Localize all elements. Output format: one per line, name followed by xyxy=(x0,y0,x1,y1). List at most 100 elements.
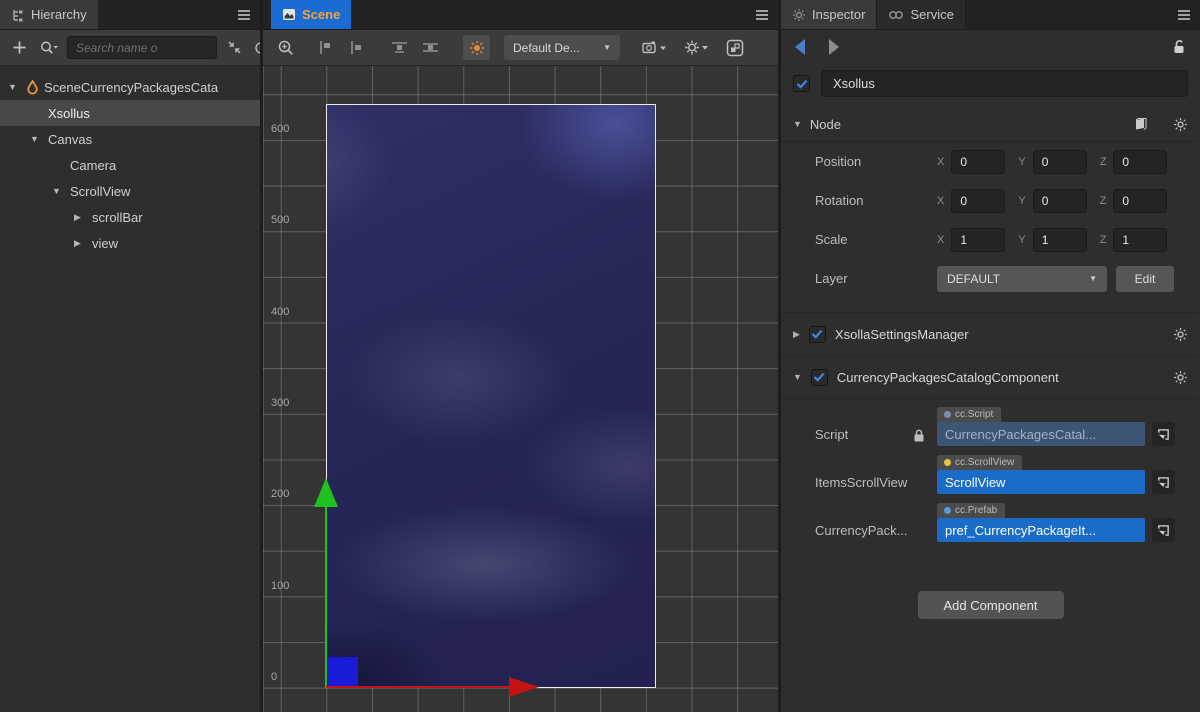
scrollview-reference-field[interactable]: ScrollView xyxy=(937,470,1145,494)
back-arrow-icon[interactable] xyxy=(795,39,805,55)
unlock-icon[interactable] xyxy=(1171,39,1186,55)
tree-row-scene[interactable]: ▼ SceneCurrencyPackagesCata xyxy=(0,74,260,100)
y-axis-gizmo[interactable] xyxy=(325,506,327,688)
inspector-tab-label: Inspector xyxy=(812,7,865,22)
tree-label: ScrollView xyxy=(70,184,130,199)
add-node-button[interactable] xyxy=(12,40,27,55)
component-name: XsollaSettingsManager xyxy=(835,327,969,342)
y-axis-label: Y xyxy=(1018,195,1025,207)
tree-label: Camera xyxy=(70,158,116,173)
align-right-icon[interactable] xyxy=(347,40,363,55)
hierarchy-panel: Hierarchy ▼ xyxy=(0,0,260,712)
zoom-icon[interactable] xyxy=(277,39,295,57)
tree-label: SceneCurrencyPackagesCata xyxy=(44,80,218,95)
scale-x-input[interactable] xyxy=(951,228,1005,252)
design-canvas-preview[interactable] xyxy=(326,104,656,688)
node-section-title: Node xyxy=(810,117,841,132)
prefab-reference-field[interactable]: pref_CurrencyPackageIt... xyxy=(937,518,1145,542)
scene-tab-label: Scene xyxy=(302,7,340,22)
scale-z-input[interactable] xyxy=(1113,228,1167,252)
x-axis-arrow-icon xyxy=(509,677,539,697)
type-chip: cc.Prefab xyxy=(937,503,1005,518)
caret-right-icon[interactable]: ▶ xyxy=(74,238,92,249)
z-axis-label: Z xyxy=(1100,234,1107,246)
forward-arrow-icon[interactable] xyxy=(829,39,839,55)
type-dot-icon xyxy=(944,507,951,514)
tree-row-scrollview[interactable]: ▼ ScrollView xyxy=(0,178,260,204)
add-component-button[interactable]: Add Component xyxy=(918,591,1064,619)
caret-right-icon[interactable]: ▶ xyxy=(74,212,92,223)
camera-settings-button[interactable] xyxy=(642,40,668,56)
position-row: Position X Y Z xyxy=(781,142,1200,181)
node-picker-icon[interactable] xyxy=(1152,422,1175,446)
caret-down-icon[interactable]: ▼ xyxy=(52,186,70,196)
tab-hierarchy[interactable]: Hierarchy xyxy=(0,0,98,29)
collapse-all-icon[interactable] xyxy=(227,40,242,55)
tree-row-camera[interactable]: Camera xyxy=(0,152,260,178)
hierarchy-tab-label: Hierarchy xyxy=(31,7,87,22)
scale-y-input[interactable] xyxy=(1033,228,1087,252)
scene-tabbar: Scene xyxy=(263,0,778,30)
position-x-input[interactable] xyxy=(951,150,1005,174)
node-picker-icon[interactable] xyxy=(1152,518,1175,542)
align-left-icon[interactable] xyxy=(317,40,333,55)
gear-dropdown-button[interactable] xyxy=(684,39,710,56)
position-y-input[interactable] xyxy=(1033,150,1087,174)
component-enabled-checkbox[interactable] xyxy=(809,326,826,343)
search-input[interactable] xyxy=(67,36,217,59)
tree-row-canvas[interactable]: ▼ Canvas xyxy=(0,126,260,152)
node-section-header[interactable]: ▼ Node xyxy=(781,107,1200,141)
rotation-label: Rotation xyxy=(815,193,937,208)
node-picker-icon[interactable] xyxy=(1152,470,1175,494)
ruler-label: 300 xyxy=(271,397,289,409)
gear-icon[interactable] xyxy=(1173,370,1188,385)
distribute-vertical-icon[interactable] xyxy=(391,40,408,55)
x-axis-label: X xyxy=(937,156,944,168)
caret-right-icon[interactable]: ▶ xyxy=(793,329,800,340)
gear-icon[interactable] xyxy=(1173,327,1188,342)
tree-row-scrollbar[interactable]: ▶ scrollBar xyxy=(0,204,260,230)
layer-dropdown[interactable]: DEFAULT ▼ xyxy=(937,266,1107,292)
tree-row-view[interactable]: ▶ view xyxy=(0,230,260,256)
node-name-input[interactable] xyxy=(821,70,1188,97)
light-toggle-button[interactable] xyxy=(463,35,490,60)
component-header-xsolla-settings[interactable]: ▶ XsollaSettingsManager xyxy=(781,313,1200,355)
caret-down-icon[interactable]: ▼ xyxy=(793,372,802,382)
node-active-checkbox[interactable] xyxy=(793,75,810,92)
rotation-x-input[interactable] xyxy=(951,189,1005,213)
component-header-currency-catalog[interactable]: ▼ CurrencyPackagesCatalogComponent xyxy=(781,356,1200,398)
x-axis-gizmo[interactable] xyxy=(326,686,510,688)
distribute-horizontal-icon[interactable] xyxy=(422,40,439,55)
tab-inspector[interactable]: Inspector xyxy=(781,0,877,29)
help-book-icon[interactable] xyxy=(1133,117,1149,131)
frame-layout-icon[interactable] xyxy=(726,39,744,57)
origin-node-gizmo[interactable] xyxy=(328,657,358,688)
tab-scene[interactable]: Scene xyxy=(271,0,351,29)
position-z-input[interactable] xyxy=(1113,150,1167,174)
y-axis-label: Y xyxy=(1018,156,1025,168)
search-filter-icon[interactable] xyxy=(39,40,59,56)
component-enabled-checkbox[interactable] xyxy=(811,369,828,386)
layer-edit-button[interactable]: Edit xyxy=(1116,266,1174,292)
rotation-y-input[interactable] xyxy=(1033,189,1087,213)
tree-row-xsollus[interactable]: Xsollus xyxy=(0,100,260,126)
scene-panel-menu-icon[interactable] xyxy=(746,0,778,29)
lock-icon xyxy=(913,429,925,442)
inspector-panel-menu-icon[interactable] xyxy=(1168,0,1200,29)
hierarchy-panel-menu-icon[interactable] xyxy=(228,0,260,29)
node-name-row xyxy=(781,64,1200,107)
ruler-label: 200 xyxy=(271,488,289,500)
script-reference-field[interactable]: CurrencyPackagesCatal... xyxy=(937,422,1145,446)
chevron-down-icon: ▼ xyxy=(1089,274,1097,283)
tab-service[interactable]: Service xyxy=(877,0,965,29)
caret-down-icon[interactable]: ▼ xyxy=(8,82,26,92)
scene-viewport[interactable]: 600 500 400 300 200 100 0 xyxy=(263,66,778,712)
gear-icon[interactable] xyxy=(1173,117,1188,132)
display-mode-dropdown[interactable]: Default De... ▼ xyxy=(504,35,620,60)
rotation-z-input[interactable] xyxy=(1113,189,1167,213)
y-axis-label: Y xyxy=(1018,234,1025,246)
caret-down-icon[interactable]: ▼ xyxy=(30,134,48,144)
caret-down-icon[interactable]: ▼ xyxy=(793,119,802,129)
display-mode-value: Default De... xyxy=(513,41,580,55)
type-chip: cc.Script xyxy=(937,407,1001,422)
